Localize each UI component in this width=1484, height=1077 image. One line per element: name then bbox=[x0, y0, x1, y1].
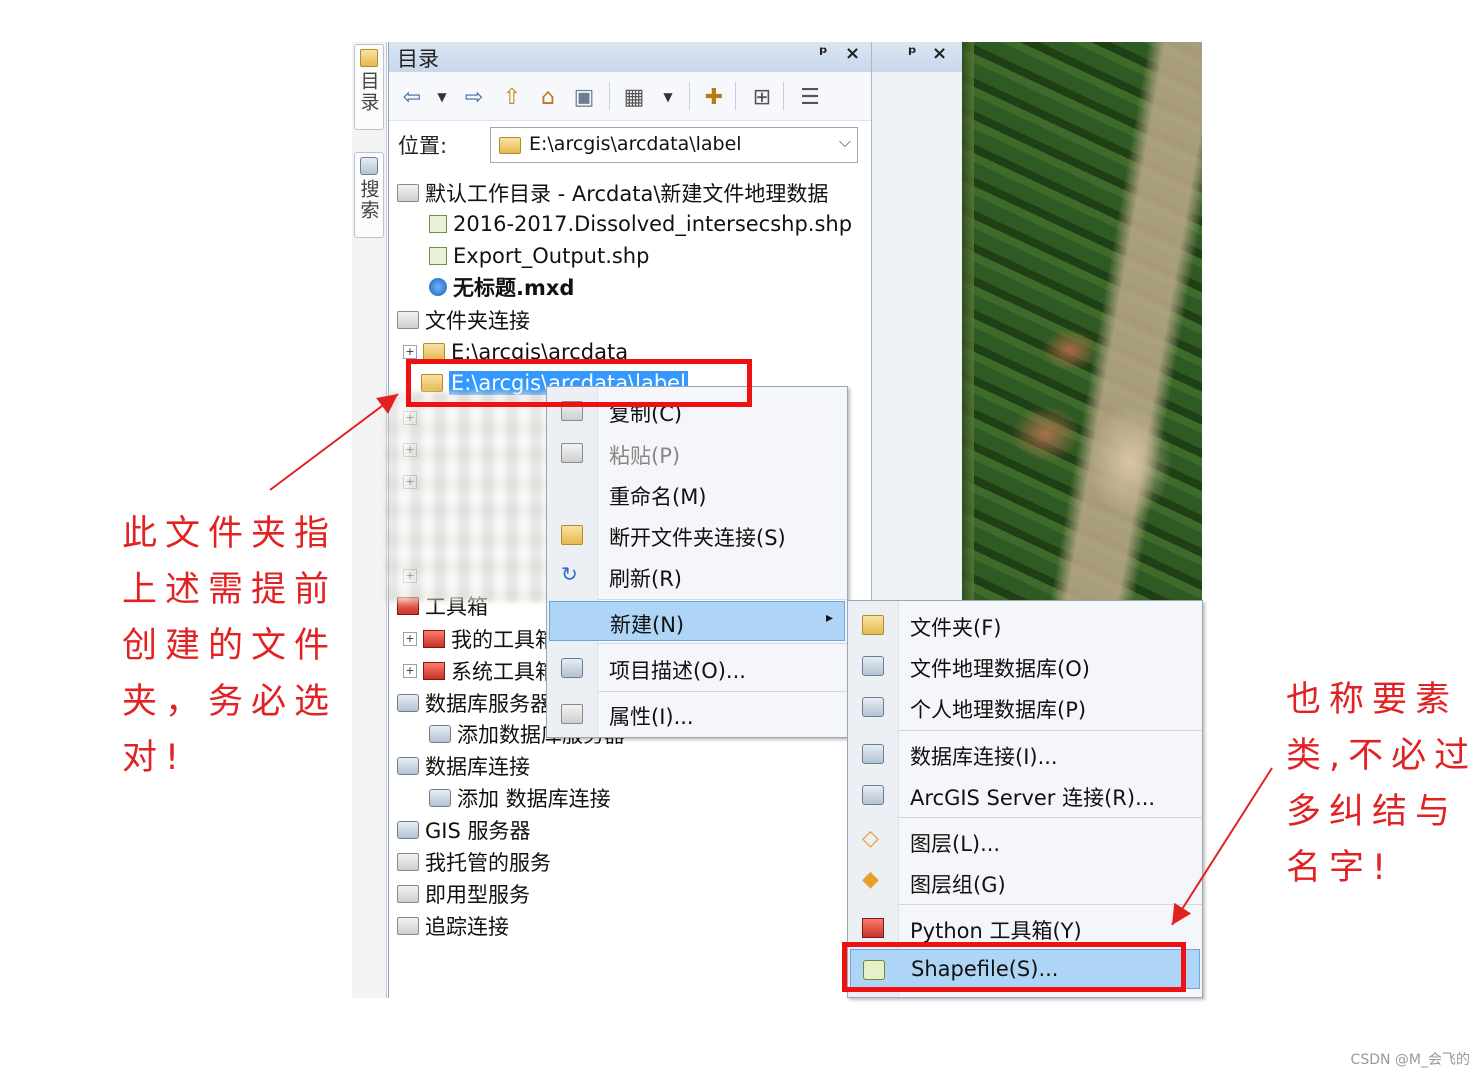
watermark: CSDN @M_会飞的 bbox=[1350, 1052, 1470, 1068]
annotation-line: 多纠结与 bbox=[1286, 792, 1459, 832]
annotation-line: 创建的文件 bbox=[122, 626, 338, 666]
annotation-left: 此文件夹指 上述需提前 创建的文件 夹，务必选 对! bbox=[122, 506, 337, 786]
annotation-line: 夹，务必选 bbox=[122, 682, 338, 722]
annotation-line: 也称要素 bbox=[1286, 680, 1459, 720]
annotation-line: 对! bbox=[122, 738, 188, 778]
annotation-line: 上述需提前 bbox=[122, 570, 338, 610]
annotation-right: 也称要素 类,不必过 多纠结与 名字! bbox=[1286, 672, 1477, 896]
arrow-left bbox=[269, 393, 399, 491]
annotation-line: 此文件夹指 bbox=[122, 514, 338, 554]
annotation-line: 类,不必过 bbox=[1286, 736, 1478, 776]
annotation-line: 名字! bbox=[1286, 848, 1395, 888]
arrow-right bbox=[1171, 767, 1273, 926]
